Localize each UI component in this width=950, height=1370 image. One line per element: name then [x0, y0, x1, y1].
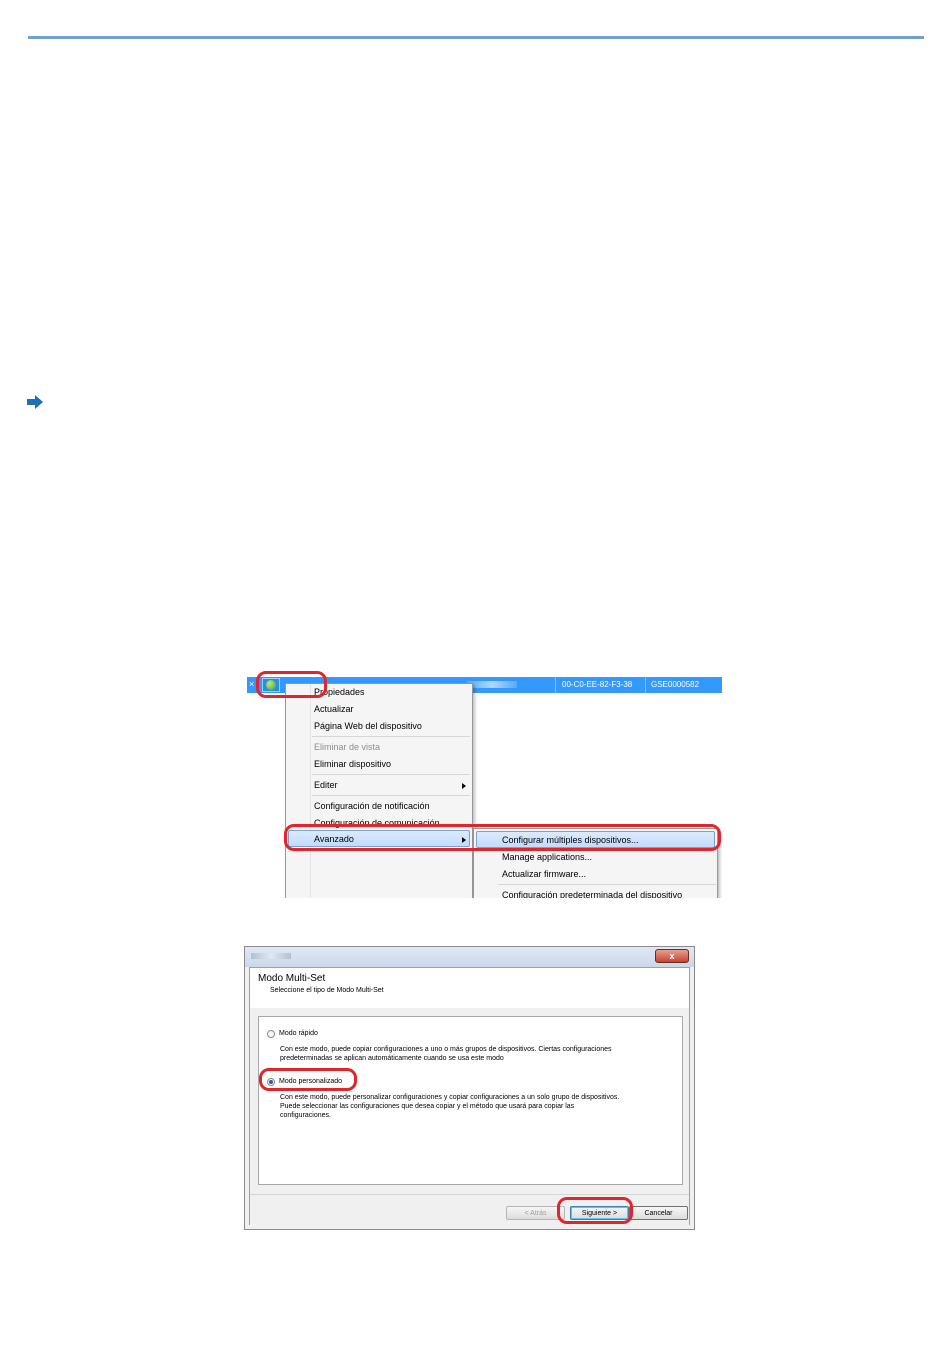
top-rule: [28, 36, 924, 39]
menu-item-eliminar-dispositivo[interactable]: Eliminar dispositivo: [314, 759, 391, 769]
submenu-item-manage-applications[interactable]: Manage applications...: [502, 852, 592, 862]
desc-modo-rapido-line: Con este modo, puede copiar configuracio…: [280, 1046, 612, 1053]
row-mark-icon: ×: [249, 679, 255, 689]
menu-separator: [312, 736, 470, 737]
dialog-title-blurred: [251, 953, 291, 959]
device-serial: GSE0000582: [651, 680, 700, 689]
menu-separator: [312, 774, 470, 775]
callout-siguiente: [557, 1197, 633, 1224]
desc-modo-personalizado-line: Con este modo, puede personalizar config…: [280, 1094, 620, 1101]
menu-item-notificacion[interactable]: Configuración de notificación: [314, 801, 430, 811]
menu-separator: [312, 795, 470, 796]
cancel-button[interactable]: Cancelar: [629, 1206, 688, 1220]
context-menu: Propiedades Actualizar Página Web del di…: [285, 683, 473, 898]
radio-modo-rapido[interactable]: [267, 1030, 275, 1038]
device-mac: 00-C0-EE-82-F3-38: [562, 680, 633, 689]
submenu-item-actualizar-firmware[interactable]: Actualizar firmware...: [502, 869, 586, 879]
column-separator: [555, 677, 556, 693]
callout-avanzado: [284, 824, 721, 851]
dialog-titlebar: x: [245, 947, 694, 967]
reference-arrow-icon: [27, 395, 43, 409]
label-modo-rapido[interactable]: Modo rápido: [279, 1030, 318, 1037]
column-separator: [645, 677, 646, 693]
callout-status-icon: [256, 671, 327, 698]
dialog-content: Modo Multi-Set Seleccione el tipo de Mod…: [249, 967, 690, 1227]
dialog-title: Modo Multi-Set: [258, 973, 326, 984]
submenu-separator: [498, 884, 716, 885]
dialog-body: Modo rápido Con este modo, puede copiar …: [250, 1008, 689, 1194]
submenu-arrow-icon: [462, 783, 466, 789]
device-list-screenshot: × 00-C0-EE-82-F3-38 GSE0000582 Propiedad…: [247, 670, 722, 898]
callout-modo-personalizado: [259, 1068, 357, 1091]
close-button[interactable]: x: [655, 949, 689, 963]
dialog-header: Modo Multi-Set Seleccione el tipo de Mod…: [250, 968, 689, 1009]
desc-modo-personalizado-line: Puede seleccionar las configuraciones qu…: [280, 1103, 575, 1110]
menu-item-eliminar-de-vista: Eliminar de vista: [314, 742, 381, 752]
desc-modo-rapido-line: predeterminadas se aplican automáticamen…: [280, 1055, 504, 1062]
menu-item-pagina-web[interactable]: Página Web del dispositivo: [314, 721, 422, 731]
menu-gutter: [310, 684, 311, 898]
submenu-item-config-predeterminada[interactable]: Configuración predeterminada del disposi…: [502, 890, 682, 898]
menu-item-actualizar[interactable]: Actualizar: [314, 704, 354, 714]
device-name-blurred: [467, 681, 517, 688]
menu-item-editer[interactable]: Editer: [314, 780, 338, 790]
mode-options-group: Modo rápido Con este modo, puede copiar …: [258, 1016, 683, 1185]
desc-modo-personalizado-line: configuraciones.: [280, 1112, 331, 1119]
dialog-subtitle: Seleccione el tipo de Modo Multi-Set: [270, 987, 384, 994]
